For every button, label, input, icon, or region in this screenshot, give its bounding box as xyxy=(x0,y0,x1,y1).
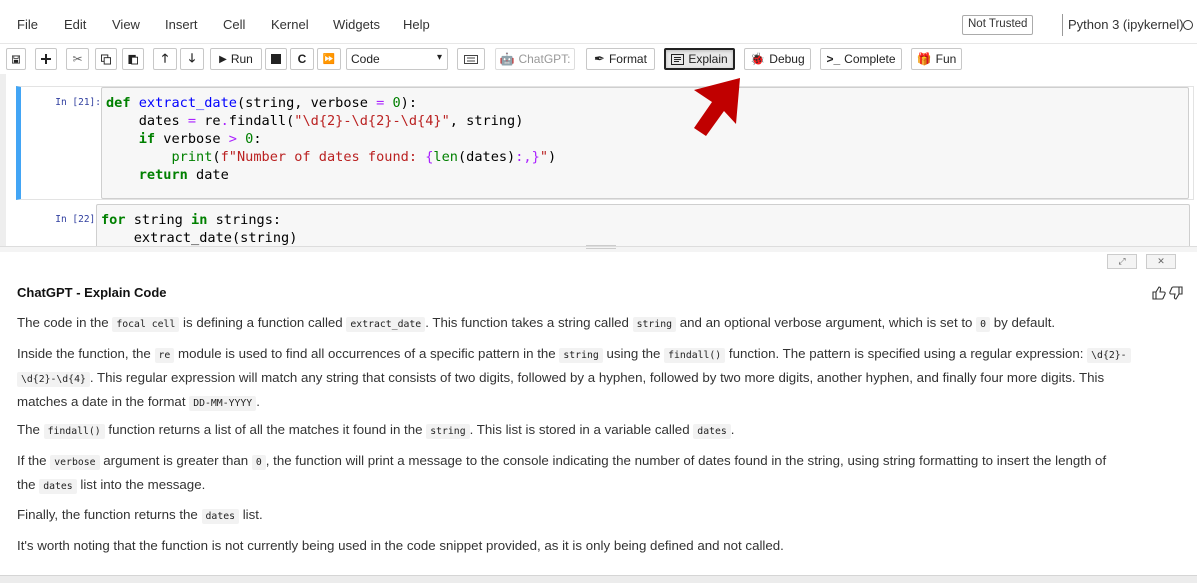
command-palette-button[interactable] xyxy=(457,48,485,70)
restart-icon: C xyxy=(297,52,307,66)
chevron-down-icon: ▾ xyxy=(436,52,442,63)
interrupt-button[interactable] xyxy=(265,48,287,70)
code-line: def extract_date(string, verbose = 0): xyxy=(106,95,418,111)
explain-icon xyxy=(671,53,685,65)
complete-button[interactable]: >_ Complete xyxy=(820,48,902,70)
cell-type-value: Code xyxy=(351,52,380,66)
fun-button[interactable]: 🎁 Fun xyxy=(911,48,962,70)
thumbs-up-icon[interactable] xyxy=(1152,286,1166,303)
kernel-status-icon xyxy=(1183,20,1193,30)
menu-view[interactable]: View xyxy=(112,17,140,32)
move-up-button[interactable]: 🡑 xyxy=(153,48,177,70)
code-editor[interactable]: for string in strings: extract_date(stri… xyxy=(96,204,1190,246)
code-line: dates = re.findall("\d{2}-\d{2}-\d{4}", … xyxy=(106,113,524,129)
explanation-paragraph: The code in the focal cell is defining a… xyxy=(17,315,1056,332)
notebook-page: In [21]: def extract_date(string, verbos… xyxy=(6,74,1197,246)
explanation-paragraph: If the verbose argument is greater than … xyxy=(17,453,1107,494)
cell-prompt: In [21]: xyxy=(55,97,101,108)
menu-cell[interactable]: Cell xyxy=(223,17,245,32)
menu-help[interactable]: Help xyxy=(403,17,430,32)
expand-icon: ⤢ xyxy=(1118,256,1126,266)
kernel-separator xyxy=(1062,14,1063,36)
robot-icon: 🤖 xyxy=(499,52,515,66)
run-button[interactable]: ▶ Run xyxy=(210,48,262,70)
trust-indicator[interactable]: Not Trusted xyxy=(962,15,1034,35)
play-icon: ▶ xyxy=(219,53,227,65)
bug-icon: 🐞 xyxy=(750,52,766,66)
code-line: if verbose > 0: xyxy=(138,131,262,147)
restart-run-all-button[interactable]: ⏩ xyxy=(317,48,341,70)
paste-button[interactable] xyxy=(122,48,144,70)
menu-widgets[interactable]: Widgets xyxy=(333,17,380,32)
kernel-name[interactable]: Python 3 (ipykernel) xyxy=(1068,17,1184,32)
explanation-paragraph: It's worth noting that the function is n… xyxy=(17,538,784,553)
pen-icon: ✒ xyxy=(594,51,605,66)
splitter-grip[interactable] xyxy=(586,245,616,249)
menu-insert[interactable]: Insert xyxy=(165,17,198,32)
format-button[interactable]: ✒ Format xyxy=(586,48,655,70)
explain-panel: ChatGPT - Explain Code The code in the f… xyxy=(0,270,1197,575)
bottom-scroll-bar[interactable] xyxy=(0,575,1197,583)
complete-label: Complete xyxy=(844,52,896,66)
explain-button[interactable]: Explain xyxy=(664,48,735,70)
explanation-paragraph: Inside the function, the re module is us… xyxy=(17,343,1182,415)
cell-prompt: In [22]: xyxy=(55,214,101,225)
cell-type-select[interactable]: Code ▾ xyxy=(346,48,448,70)
cut-button[interactable]: ✂ xyxy=(66,48,89,70)
thumbs-down-icon[interactable] xyxy=(1169,286,1183,303)
menubar: File Edit View Insert Cell Kernel Widget… xyxy=(0,0,1197,44)
close-panel-button[interactable]: ✕ xyxy=(1146,254,1176,269)
format-label: Format xyxy=(608,52,647,66)
scissors-icon: ✂ xyxy=(72,52,83,66)
save-button[interactable] xyxy=(6,48,26,70)
explain-label: Explain xyxy=(688,52,728,66)
code-cell-22[interactable]: In [22]: for string in strings: extract_… xyxy=(21,204,1194,246)
restart-button[interactable]: C xyxy=(290,48,314,70)
floppy-icon xyxy=(12,55,20,63)
run-label: Run xyxy=(230,52,253,66)
arrow-up-icon: 🡑 xyxy=(161,50,169,65)
code-editor[interactable]: def extract_date(string, verbose = 0): d… xyxy=(101,87,1189,199)
debug-button[interactable]: 🐞 Debug xyxy=(744,48,811,70)
chatgpt-label: ChatGPT: xyxy=(518,52,571,66)
expand-panel-button[interactable]: ⤢ xyxy=(1107,254,1137,269)
fun-label: Fun xyxy=(935,52,957,66)
arrow-down-icon: 🡓 xyxy=(188,50,196,65)
red-arrow-annotation xyxy=(694,78,740,136)
paste-icon xyxy=(128,54,138,65)
code-line: return date xyxy=(138,167,229,183)
toolbar: ✂ 🡑 🡓 ▶ Run C ⏩ Code ▾ 🤖 ChatGPT: ✒ Form… xyxy=(0,44,1197,74)
code-cell-21[interactable]: In [21]: def extract_date(string, verbos… xyxy=(16,86,1194,200)
menu-file[interactable]: File xyxy=(17,17,38,32)
panel-title: ChatGPT - Explain Code xyxy=(17,285,167,300)
move-down-button[interactable]: 🡓 xyxy=(180,48,204,70)
fast-forward-icon: ⏩ xyxy=(322,53,336,65)
code-line: for string in strings: xyxy=(101,212,282,228)
copy-icon xyxy=(101,54,111,64)
code-line: extract_date(string) xyxy=(101,230,298,246)
keyboard-icon xyxy=(464,54,478,64)
close-icon: ✕ xyxy=(1157,256,1165,266)
chatgpt-label-button: 🤖 ChatGPT: xyxy=(495,48,575,70)
explanation-paragraph: Finally, the function returns the dates … xyxy=(17,507,263,524)
explanation-paragraph: The findall() function returns a list of… xyxy=(17,422,735,439)
gift-icon: 🎁 xyxy=(916,52,932,66)
stop-icon xyxy=(271,54,281,64)
terminal-icon: >_ xyxy=(826,52,841,66)
plus-icon xyxy=(41,54,51,64)
copy-button[interactable] xyxy=(95,48,117,70)
debug-label: Debug xyxy=(769,52,805,66)
menu-kernel[interactable]: Kernel xyxy=(271,17,309,32)
code-line: print(f"Number of dates found: {len(date… xyxy=(171,149,557,165)
menu-edit[interactable]: Edit xyxy=(64,17,86,32)
insert-cell-button[interactable] xyxy=(35,48,57,70)
notebook-container: In [21]: def extract_date(string, verbos… xyxy=(0,74,1197,246)
